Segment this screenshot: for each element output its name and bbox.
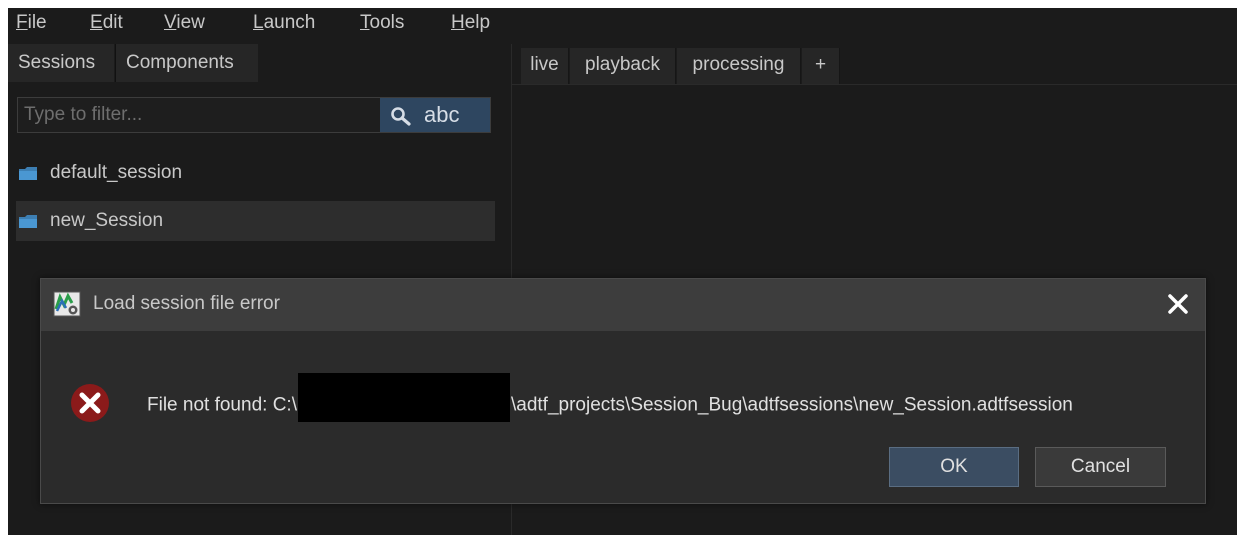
error-dialog: Load session file error File not found: … <box>40 278 1206 504</box>
filter-mode-label: abc <box>424 102 460 127</box>
tab-components[interactable]: Components <box>115 44 258 82</box>
ok-button[interactable]: OK <box>889 447 1019 487</box>
tab-playback[interactable]: playback <box>570 48 676 84</box>
menu-help[interactable]: Help <box>451 12 490 34</box>
tab-sessions[interactable]: Sessions <box>8 44 114 82</box>
folder-icon <box>19 167 37 180</box>
menu-edit[interactable]: Edit <box>90 12 123 34</box>
right-tab-bar: live playback processing + <box>512 44 1237 85</box>
dialog-title-bar: Load session file error <box>41 279 1205 331</box>
add-tab-button[interactable]: + <box>802 48 840 84</box>
dialog-title: Load session file error <box>93 293 280 314</box>
error-icon <box>71 384 109 422</box>
error-message-prefix: File not found: C:\ <box>147 394 297 416</box>
session-item-selected[interactable]: new_Session <box>16 201 495 241</box>
filter-box: abc <box>17 97 491 133</box>
session-item[interactable]: default_session <box>16 153 495 193</box>
menu-launch[interactable]: Launch <box>253 12 315 34</box>
menu-tools[interactable]: Tools <box>360 12 404 34</box>
left-tab-bar: Sessions Components <box>8 44 504 82</box>
session-label: default_session <box>50 162 183 183</box>
menu-file[interactable]: File <box>16 12 47 34</box>
app-icon <box>53 291 81 317</box>
menu-view[interactable]: View <box>164 12 205 34</box>
redacted-block <box>297 373 510 422</box>
folder-icon <box>19 215 37 228</box>
tab-processing[interactable]: processing <box>677 48 801 84</box>
tab-live[interactable]: live <box>521 48 569 84</box>
error-message: File not found: C:\ \adtf_projects\Sessio… <box>147 373 1073 422</box>
filter-input[interactable] <box>18 98 378 132</box>
session-label: new_Session <box>50 210 164 231</box>
close-icon[interactable] <box>1165 291 1191 317</box>
filter-mode-button[interactable]: abc <box>380 98 490 132</box>
error-message-suffix: \adtf_projects\Session_Bug\adtfsessions\… <box>510 394 1073 416</box>
search-icon <box>391 107 411 126</box>
menu-bar: File Edit View Launch Tools Help <box>8 8 1237 42</box>
app-window: File Edit View Launch Tools Help Session… <box>8 8 1237 535</box>
cancel-button[interactable]: Cancel <box>1035 447 1166 487</box>
